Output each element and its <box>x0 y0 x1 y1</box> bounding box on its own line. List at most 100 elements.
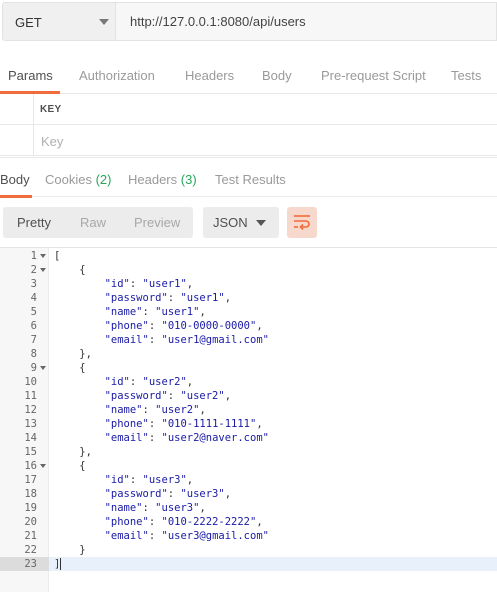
params-table: KEY <box>0 94 497 156</box>
wrap-lines-button[interactable] <box>287 207 317 238</box>
fold-toggle-icon[interactable] <box>40 366 46 370</box>
json-punctuation: }, <box>79 348 92 360</box>
headers-count: (3) <box>180 172 197 187</box>
json-key: "password" <box>104 292 168 304</box>
line-number: 10 <box>24 376 37 388</box>
param-key-input[interactable] <box>36 129 491 153</box>
column-divider <box>33 125 34 156</box>
tab-headers-label: Headers <box>128 172 178 187</box>
json-key: "name" <box>104 306 143 318</box>
code-text: "name": "user1", <box>54 305 206 319</box>
code-line: 12 "name": "user2", <box>0 403 497 417</box>
code-text: "phone": "010-0000-0000", <box>54 319 263 333</box>
code-text: { <box>54 459 85 473</box>
fold-toggle-icon[interactable] <box>40 254 46 258</box>
tab-body[interactable]: Body <box>262 68 292 83</box>
json-value: "user1" <box>155 306 200 318</box>
json-punctuation: : <box>167 488 181 500</box>
line-number: 13 <box>24 418 37 430</box>
params-header-row: KEY <box>0 94 497 125</box>
fold-toggle-icon[interactable] <box>40 464 46 468</box>
raw-button[interactable]: Raw <box>80 215 106 230</box>
tab-cookies-label: Cookies <box>45 172 92 187</box>
json-value: "user3" <box>180 488 225 500</box>
code-line: 4 "password": "user1", <box>0 291 497 305</box>
tab-params[interactable]: Params <box>8 68 53 83</box>
tab-response-body[interactable]: Body <box>0 172 30 187</box>
tab-test-results[interactable]: Test Results <box>215 172 286 187</box>
json-key: "email" <box>104 432 149 444</box>
response-body-editor[interactable]: 1[2 {3 "id": "user1", 4 "password": "user… <box>0 247 497 592</box>
json-key: "phone" <box>104 516 149 528</box>
json-punctuation: : <box>148 320 162 332</box>
code-text: { <box>54 361 85 375</box>
line-number: 19 <box>24 502 37 514</box>
tab-cookies[interactable]: Cookies (2) <box>45 172 111 187</box>
tab-pre-request-script[interactable]: Pre-request Script <box>321 68 426 83</box>
json-key: "phone" <box>104 320 149 332</box>
fold-toggle-icon[interactable] <box>40 268 46 272</box>
json-value: "user2" <box>155 404 200 416</box>
json-punctuation: , <box>224 292 232 304</box>
json-punctuation: , <box>256 418 263 430</box>
json-value: "user1@gmail.com" <box>161 334 269 346</box>
json-key: "id" <box>104 376 130 388</box>
json-punctuation: : <box>129 376 143 388</box>
line-number: 1 <box>30 250 37 262</box>
line-number: 6 <box>30 320 37 332</box>
format-select[interactable]: JSON <box>203 207 279 238</box>
json-value: "user2@naver.com" <box>161 432 269 444</box>
json-punctuation: : <box>142 404 156 416</box>
json-key: "password" <box>104 488 168 500</box>
json-punctuation: , <box>224 390 232 402</box>
code-line: 23] <box>0 557 497 571</box>
tab-headers[interactable]: Headers <box>185 68 234 83</box>
line-number: 5 <box>30 306 37 318</box>
json-punctuation: , <box>224 488 232 500</box>
request-url-bar: GET <box>0 0 497 52</box>
code-text: { <box>54 263 85 277</box>
line-number: 18 <box>24 488 37 500</box>
tab-response-headers[interactable]: Headers (3) <box>128 172 197 187</box>
code-text: "email": "user2@naver.com" <box>54 431 269 445</box>
json-punctuation: , <box>186 376 194 388</box>
code-line: 10 "id": "user2", <box>0 375 497 389</box>
json-punctuation: : <box>167 292 181 304</box>
line-number: 8 <box>30 348 37 360</box>
json-value: "user3" <box>142 474 187 486</box>
json-punctuation: : <box>148 432 162 444</box>
tab-authorization[interactable]: Authorization <box>79 68 155 83</box>
params-row <box>0 125 497 156</box>
pretty-button[interactable]: Pretty <box>17 215 51 230</box>
code-line: 5 "name": "user1", <box>0 305 497 319</box>
code-line: 21 "email": "user3@gmail.com" <box>0 529 497 543</box>
json-punctuation: : <box>148 530 162 542</box>
line-number: 15 <box>24 446 37 458</box>
chevron-down-icon <box>256 220 266 226</box>
url-input[interactable] <box>116 2 497 41</box>
json-punctuation: : <box>129 474 143 486</box>
json-value: "010-1111-1111" <box>161 418 257 430</box>
response-tabs: Body Cookies (2) Headers (3) Test Result… <box>0 157 497 198</box>
tab-tests[interactable]: Tests <box>451 68 481 83</box>
json-punctuation: : <box>129 278 143 290</box>
json-value: "user3@gmail.com" <box>161 530 269 542</box>
preview-button[interactable]: Preview <box>134 215 180 230</box>
code-line: 15 }, <box>0 445 497 459</box>
method-select[interactable]: GET <box>2 2 116 41</box>
json-key: "id" <box>104 474 130 486</box>
json-punctuation: , <box>199 404 206 416</box>
column-divider <box>33 94 34 125</box>
json-punctuation: : <box>142 502 156 514</box>
wrap-lines-icon <box>294 215 310 230</box>
json-punctuation: , <box>186 474 194 486</box>
json-punctuation: : <box>142 306 156 318</box>
json-value: "user2" <box>142 376 187 388</box>
code-line: 20 "phone": "010-2222-2222", <box>0 515 497 529</box>
line-number: 12 <box>24 404 37 416</box>
line-number: 21 <box>24 530 37 542</box>
view-mode-segment: Pretty Raw Preview <box>3 207 193 238</box>
code-line: 6 "phone": "010-0000-0000", <box>0 319 497 333</box>
json-punctuation: : <box>148 334 162 346</box>
cookies-count: (2) <box>95 172 112 187</box>
